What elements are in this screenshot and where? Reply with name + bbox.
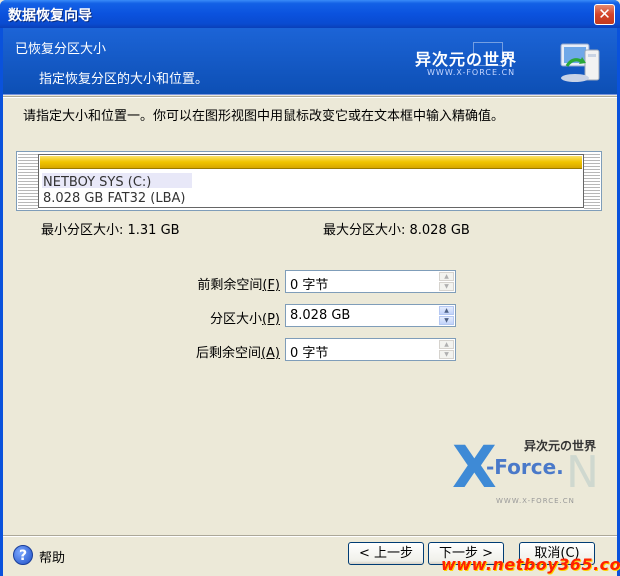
spin-up-icon[interactable]: ▲ (439, 272, 454, 281)
spin-down-icon[interactable]: ▼ (439, 282, 454, 291)
watermark-url: WWW.X-FORCE.CN (496, 497, 575, 505)
spin-down-icon[interactable]: ▼ (439, 316, 454, 325)
back-button[interactable]: < 上一步 (348, 542, 424, 565)
wizard-window: 数据恢复向导 ✕ 已恢复分区大小 指定恢复分区的大小和位置。 异次元の世界 WW… (0, 0, 620, 576)
xforce-watermark-top: 异次元の世界 WWW.X-FORCE.CN (409, 42, 537, 88)
close-button[interactable]: ✕ (594, 4, 615, 25)
wizard-header-banner: 已恢复分区大小 指定恢复分区的大小和位置。 异次元の世界 WWW.X-FORCE… (3, 28, 617, 95)
free-after-label: 后剩余空间(A) (195, 346, 280, 361)
partition-name: NETBOY SYS (C:) (43, 175, 152, 190)
partition-size-value: 8.028 GB (290, 308, 351, 323)
free-before-value: 0 字节 (290, 278, 329, 293)
free-after-value: 0 字节 (290, 346, 329, 361)
watermark-cn: 异次元の世界 (524, 439, 597, 453)
partition-block[interactable]: NETBOY SYS (C:) 8.028 GB FAT32 (LBA) (38, 154, 584, 208)
computer-restore-icon (555, 40, 603, 86)
header-separator (3, 96, 617, 98)
watermark-top-main: 异次元の世界 (415, 50, 518, 69)
spin-up-icon[interactable]: ▲ (439, 340, 454, 349)
watermark-top-url: WWW.X-FORCE.CN (427, 68, 516, 77)
help-icon[interactable]: ? (13, 545, 33, 565)
free-before-spinner[interactable]: ▲ ▼ (439, 272, 454, 291)
spin-up-icon[interactable]: ▲ (439, 306, 454, 315)
instruction-text: 请指定大小和位置一。你可以在图形视图中用鼠标改变它或在文本框中输入精确值。 (23, 109, 505, 124)
free-before-input[interactable]: 0 字节 ▲ ▼ (285, 270, 456, 293)
partition-size-spinner[interactable]: ▲ ▼ (439, 306, 454, 325)
xforce-watermark-logo: N X -Force. 异次元の世界 WWW.X-FORCE.CN (448, 433, 599, 523)
watermark-force: -Force. (486, 455, 564, 479)
free-after-spinner[interactable]: ▲ ▼ (439, 340, 454, 359)
close-icon: ✕ (598, 5, 611, 23)
site-watermark: www.netboy365.com (441, 555, 620, 574)
partition-size-label: 分区大小(P) (210, 312, 280, 327)
free-space-after-area[interactable] (584, 153, 600, 209)
free-space-before-area[interactable] (18, 153, 38, 209)
spin-down-icon[interactable]: ▼ (439, 350, 454, 359)
max-partition-size: 最大分区大小: 8.028 GB (323, 223, 470, 238)
partition-bar[interactable] (40, 156, 582, 169)
footer-separator (3, 535, 617, 537)
title-bar[interactable]: 数据恢复向导 ✕ (0, 0, 620, 28)
free-before-label: 前剩余空间(F) (197, 278, 280, 293)
free-after-input[interactable]: 0 字节 ▲ ▼ (285, 338, 456, 361)
window-title: 数据恢复向导 (8, 8, 92, 24)
wizard-client-area: 已恢复分区大小 指定恢复分区的大小和位置。 异次元の世界 WWW.X-FORCE… (3, 28, 620, 576)
min-partition-size: 最小分区大小: 1.31 GB (41, 223, 180, 238)
help-link[interactable]: 帮助 (39, 547, 65, 566)
partition-size-input[interactable]: 8.028 GB ▲ ▼ (285, 304, 456, 327)
watermark-n: N (566, 447, 599, 498)
partition-graphic-view[interactable]: NETBOY SYS (C:) 8.028 GB FAT32 (LBA) (16, 151, 602, 211)
step-subtitle: 指定恢复分区的大小和位置。 (39, 72, 209, 87)
partition-details: 8.028 GB FAT32 (LBA) (43, 191, 186, 206)
step-title: 已恢复分区大小 (15, 42, 107, 57)
